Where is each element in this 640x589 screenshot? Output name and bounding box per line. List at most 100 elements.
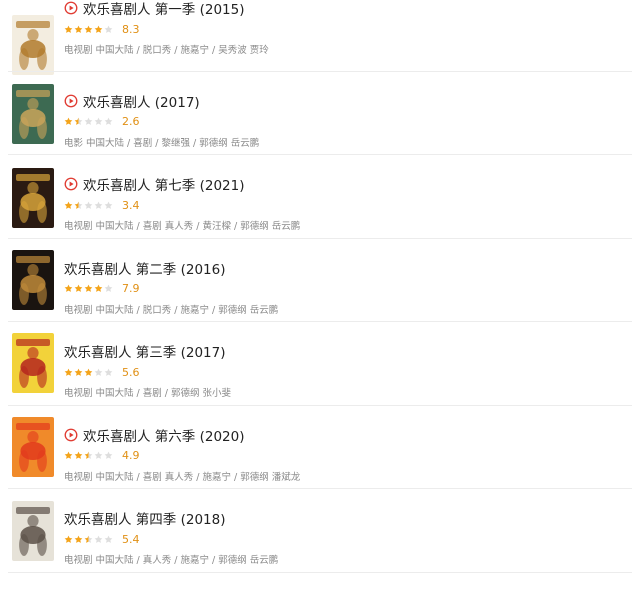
star-rating <box>64 368 114 377</box>
poster-icon <box>12 15 54 75</box>
star-icon <box>104 368 113 376</box>
poster-image[interactable] <box>12 501 54 561</box>
star-icon <box>74 284 83 292</box>
poster-icon <box>12 168 54 228</box>
play-icon[interactable] <box>64 1 78 15</box>
rating-row: 8.3 <box>64 21 269 37</box>
divider <box>8 571 632 573</box>
star-icon <box>84 451 93 459</box>
item-title[interactable]: 欢乐喜剧人 第七季 (2021) <box>83 174 244 194</box>
star-icon <box>94 25 103 33</box>
result-item[interactable]: 欢乐喜剧人 第二季 (2016) 7.9 电视剧 中国大陆 / 脱口秀 / 施嘉宁 … <box>0 239 640 322</box>
item-info: 欢乐喜剧人 第四季 (2018) 5.4 电视剧 中国大陆 / 真人秀 / 施嘉宁 … <box>64 508 278 566</box>
rating-row: 4.9 <box>64 448 300 464</box>
star-icon <box>74 117 83 125</box>
result-item[interactable]: 欢乐喜剧人 第四季 (2018) 5.4 电视剧 中国大陆 / 真人秀 / 施嘉宁 … <box>0 489 640 573</box>
item-meta: 电视剧 中国大陆 / 脱口秀 / 施嘉宁 / 吴秀波 贾玲 <box>64 45 269 56</box>
poster-image[interactable] <box>12 417 54 477</box>
item-meta: 电视剧 中国大陆 / 喜剧 / 郭德纲 张小斐 <box>64 388 232 399</box>
star-icon <box>94 451 103 459</box>
rating-score: 8.3 <box>122 22 140 36</box>
star-icon <box>84 25 93 33</box>
poster-image[interactable] <box>12 84 54 144</box>
poster-icon <box>12 250 54 310</box>
star-icon <box>104 451 113 459</box>
star-icon <box>94 201 103 209</box>
item-title[interactable]: 欢乐喜剧人 第二季 (2016) <box>64 258 225 278</box>
rating-row: 2.6 <box>64 114 259 130</box>
poster-icon <box>12 417 54 477</box>
star-icon <box>94 284 103 292</box>
star-icon <box>104 284 113 292</box>
star-rating <box>64 535 114 544</box>
star-icon <box>64 368 73 376</box>
star-icon <box>74 25 83 33</box>
star-icon <box>94 117 103 125</box>
play-icon[interactable] <box>64 94 78 108</box>
star-icon <box>84 117 93 125</box>
item-meta: 电视剧 中国大陆 / 真人秀 / 施嘉宁 / 郭德纲 岳云鹏 <box>64 555 279 566</box>
rating-row: 3.4 <box>64 197 300 213</box>
result-item[interactable]: 欢乐喜剧人 (2017) 2.6 电影 中国大陆 / 喜剧 / 黎继强 / 郭德纲 … <box>0 72 640 155</box>
star-icon <box>104 117 113 125</box>
title-row[interactable]: 欢乐喜剧人 (2017) <box>64 91 259 111</box>
star-rating <box>64 117 114 126</box>
title-row[interactable]: 欢乐喜剧人 第二季 (2016) <box>64 258 278 278</box>
rating-score: 5.4 <box>122 532 140 546</box>
star-rating <box>64 451 114 460</box>
poster-icon <box>12 84 54 144</box>
poster-image[interactable] <box>12 333 54 393</box>
rating-score: 7.9 <box>122 282 140 295</box>
poster-image[interactable] <box>12 168 54 228</box>
star-icon <box>104 535 113 543</box>
rating-row: 7.9 <box>64 281 278 297</box>
star-rating <box>64 25 114 34</box>
poster-icon <box>12 501 54 561</box>
item-info: 欢乐喜剧人 第六季 (2020) 4.9 电视剧 中国大陆 / 喜剧 真人秀 / 施… <box>64 425 300 483</box>
star-icon <box>74 451 83 459</box>
poster-image[interactable] <box>12 250 54 310</box>
rating-score: 4.9 <box>122 449 140 462</box>
star-icon <box>84 368 93 376</box>
item-meta: 电视剧 中国大陆 / 脱口秀 / 施嘉宁 / 郭德纲 岳云鹏 <box>64 304 279 316</box>
result-item[interactable]: 欢乐喜剧人 第三季 (2017) 5.6 电视剧 中国大陆 / 喜剧 / 郭德纲 张… <box>0 322 640 406</box>
item-meta: 电视剧 中国大陆 / 喜剧 真人秀 / 施嘉宁 / 郭德纲 潘斌龙 <box>64 471 301 483</box>
rating-score: 2.6 <box>122 115 140 128</box>
item-title[interactable]: 欢乐喜剧人 第一季 (2015) <box>83 0 244 18</box>
title-row[interactable]: 欢乐喜剧人 第六季 (2020) <box>64 425 300 445</box>
rating-row: 5.6 <box>64 364 231 380</box>
poster-image[interactable] <box>12 15 54 75</box>
star-icon <box>74 201 83 209</box>
star-icon <box>64 25 73 33</box>
star-icon <box>74 535 83 543</box>
item-info: 欢乐喜剧人 第三季 (2017) 5.6 电视剧 中国大陆 / 喜剧 / 郭德纲 张… <box>64 341 231 399</box>
title-row[interactable]: 欢乐喜剧人 第七季 (2021) <box>64 174 300 194</box>
item-info: 欢乐喜剧人 第七季 (2021) 3.4 电视剧 中国大陆 / 喜剧 真人秀 / 黄… <box>64 174 300 232</box>
result-item[interactable]: 欢乐喜剧人 第一季 (2015) 8.3 电视剧 中国大陆 / 脱口秀 / 施嘉宁 … <box>0 0 640 75</box>
item-title[interactable]: 欢乐喜剧人 (2017) <box>83 91 200 111</box>
item-info: 欢乐喜剧人 第二季 (2016) 7.9 电视剧 中国大陆 / 脱口秀 / 施嘉宁 … <box>64 258 278 316</box>
title-row[interactable]: 欢乐喜剧人 第四季 (2018) <box>64 508 278 528</box>
star-rating <box>64 201 114 210</box>
star-icon <box>64 284 73 292</box>
star-icon <box>84 201 93 209</box>
rating-score: 3.4 <box>122 198 140 212</box>
title-row[interactable]: 欢乐喜剧人 第三季 (2017) <box>64 341 231 361</box>
star-icon <box>64 117 73 125</box>
item-title[interactable]: 欢乐喜剧人 第三季 (2017) <box>64 341 225 361</box>
play-icon[interactable] <box>64 428 78 442</box>
star-icon <box>94 368 103 376</box>
result-item[interactable]: 欢乐喜剧人 第七季 (2021) 3.4 电视剧 中国大陆 / 喜剧 真人秀 / 黄… <box>0 155 640 239</box>
poster-icon <box>12 333 54 393</box>
item-info: 欢乐喜剧人 第一季 (2015) 8.3 电视剧 中国大陆 / 脱口秀 / 施嘉宁 … <box>64 0 269 56</box>
item-title[interactable]: 欢乐喜剧人 第四季 (2018) <box>64 508 225 528</box>
rating-row: 5.4 <box>64 531 278 547</box>
result-item[interactable]: 欢乐喜剧人 第六季 (2020) 4.9 电视剧 中国大陆 / 喜剧 真人秀 / 施… <box>0 406 640 489</box>
play-icon[interactable] <box>64 177 78 191</box>
item-title[interactable]: 欢乐喜剧人 第六季 (2020) <box>83 425 244 445</box>
title-row[interactable]: 欢乐喜剧人 第一季 (2015) <box>64 0 269 18</box>
item-info: 欢乐喜剧人 (2017) 2.6 电影 中国大陆 / 喜剧 / 黎继强 / 郭德纲 … <box>64 91 259 149</box>
star-icon <box>84 535 93 543</box>
star-icon <box>64 535 73 543</box>
star-icon <box>94 535 103 543</box>
